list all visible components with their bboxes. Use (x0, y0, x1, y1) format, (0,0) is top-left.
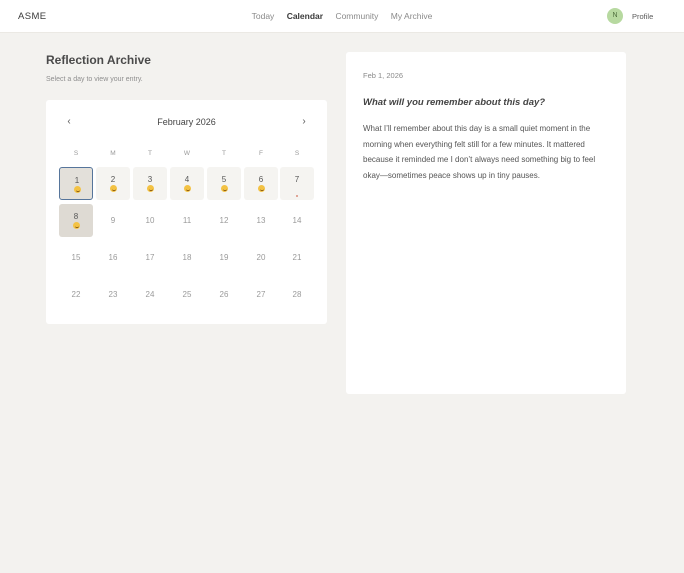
nav-community[interactable]: Community (335, 11, 378, 21)
mood-emoji-icon (147, 185, 154, 192)
calendar-day[interactable]: 20 (244, 241, 278, 274)
day-number: 18 (182, 253, 192, 262)
day-number: 8 (73, 212, 79, 221)
calendar-day[interactable]: 26 (207, 278, 241, 311)
mood-emoji-icon (74, 186, 81, 193)
calendar-day[interactable]: 11 (170, 204, 204, 237)
day-number: 19 (219, 253, 229, 262)
calendar-day[interactable]: 24 (133, 278, 167, 311)
mood-emoji-icon (184, 185, 191, 192)
calendar-day[interactable]: 4 (170, 167, 204, 200)
entry-date: Feb 1, 2026 (363, 71, 404, 80)
day-number: 5 (221, 175, 227, 184)
day-number: 14 (292, 216, 302, 225)
calendar-day[interactable]: 7 (280, 167, 314, 200)
avatar[interactable]: N (607, 8, 623, 24)
day-number: 17 (145, 253, 155, 262)
mood-emoji-icon (73, 222, 80, 229)
mood-emoji-icon (221, 185, 228, 192)
nav-calendar[interactable]: Calendar (287, 11, 323, 21)
day-number: 28 (292, 290, 302, 299)
month-label: February 2026 (157, 117, 216, 127)
day-number: 7 (294, 175, 300, 184)
main-nav: Today Calendar Community My Archive (0, 11, 684, 21)
weekday-label: S (73, 150, 79, 157)
calendar-day[interactable]: 12 (207, 204, 241, 237)
day-number: 12 (219, 216, 229, 225)
calendar-day[interactable]: 1 (59, 167, 93, 200)
calendar-day[interactable]: 27 (244, 278, 278, 311)
calendar-day[interactable]: 15 (59, 241, 93, 274)
day-number: 2 (110, 175, 116, 184)
page-subtitle: Select a day to view your entry. (46, 76, 143, 83)
page-title: Reflection Archive (46, 53, 151, 67)
weekday-label: S (294, 150, 300, 157)
weekday-label: W (183, 150, 191, 157)
calendar-day[interactable]: 23 (96, 278, 130, 311)
day-number: 26 (219, 290, 229, 299)
weekday-label: F (259, 150, 263, 157)
mood-emoji-icon (110, 185, 117, 192)
day-number: 15 (71, 253, 81, 262)
day-number: 9 (110, 216, 116, 225)
day-number: 3 (147, 175, 153, 184)
calendar-day[interactable]: 10 (133, 204, 167, 237)
calendar-day[interactable]: 28 (280, 278, 314, 311)
day-number: 6 (258, 175, 264, 184)
calendar-day[interactable]: 8 (59, 204, 93, 237)
day-number: 4 (184, 175, 190, 184)
calendar-day[interactable]: 14 (280, 204, 314, 237)
calendar-day[interactable]: 21 (280, 241, 314, 274)
weekday-label: T (222, 150, 226, 157)
nav-today[interactable]: Today (252, 11, 275, 21)
top-navigation-bar: ASME Today Calendar Community My Archive… (0, 0, 684, 33)
entry-prompt: What will you remember about this day? (363, 97, 546, 108)
calendar-day[interactable]: 6 (244, 167, 278, 200)
entry-text: What I’ll remember about this day is a s… (363, 124, 596, 180)
entry-dot-icon (296, 195, 298, 197)
calendar-day[interactable]: 9 (96, 204, 130, 237)
calendar-card: ‹ February 2026 › S M T W T F S 1 2 3 4 5 6 7 8 9 10 11 12… (46, 100, 327, 324)
day-number: 24 (145, 290, 155, 299)
calendar-day[interactable]: 5 (207, 167, 241, 200)
day-number: 23 (108, 290, 118, 299)
calendar-day[interactable]: 22 (59, 278, 93, 311)
day-number: 10 (145, 216, 155, 225)
day-number: 27 (256, 290, 266, 299)
day-number: 1 (74, 176, 80, 185)
calendar-day[interactable]: 13 (244, 204, 278, 237)
weekday-label: M (110, 150, 116, 157)
day-number: 16 (108, 253, 118, 262)
calendar-day[interactable]: 25 (170, 278, 204, 311)
nav-my-archive[interactable]: My Archive (391, 11, 433, 21)
weekday-label: T (148, 150, 152, 157)
day-number: 21 (292, 253, 302, 262)
calendar-day[interactable]: 19 (207, 241, 241, 274)
calendar-day[interactable]: 2 (96, 167, 130, 200)
calendar-day[interactable]: 17 (133, 241, 167, 274)
day-number: 20 (256, 253, 266, 262)
entry-card: Feb 1, 2026 What will you remember about… (346, 52, 626, 394)
next-month-button[interactable]: › (297, 115, 311, 129)
day-number: 13 (256, 216, 266, 225)
calendar-day[interactable]: 16 (96, 241, 130, 274)
day-number: 22 (71, 290, 81, 299)
calendar-day[interactable]: 18 (170, 241, 204, 274)
day-number: 11 (182, 216, 192, 225)
profile-link[interactable]: Profile (632, 12, 653, 21)
mood-emoji-icon (258, 185, 265, 192)
day-number: 25 (182, 290, 192, 299)
calendar-day[interactable]: 3 (133, 167, 167, 200)
